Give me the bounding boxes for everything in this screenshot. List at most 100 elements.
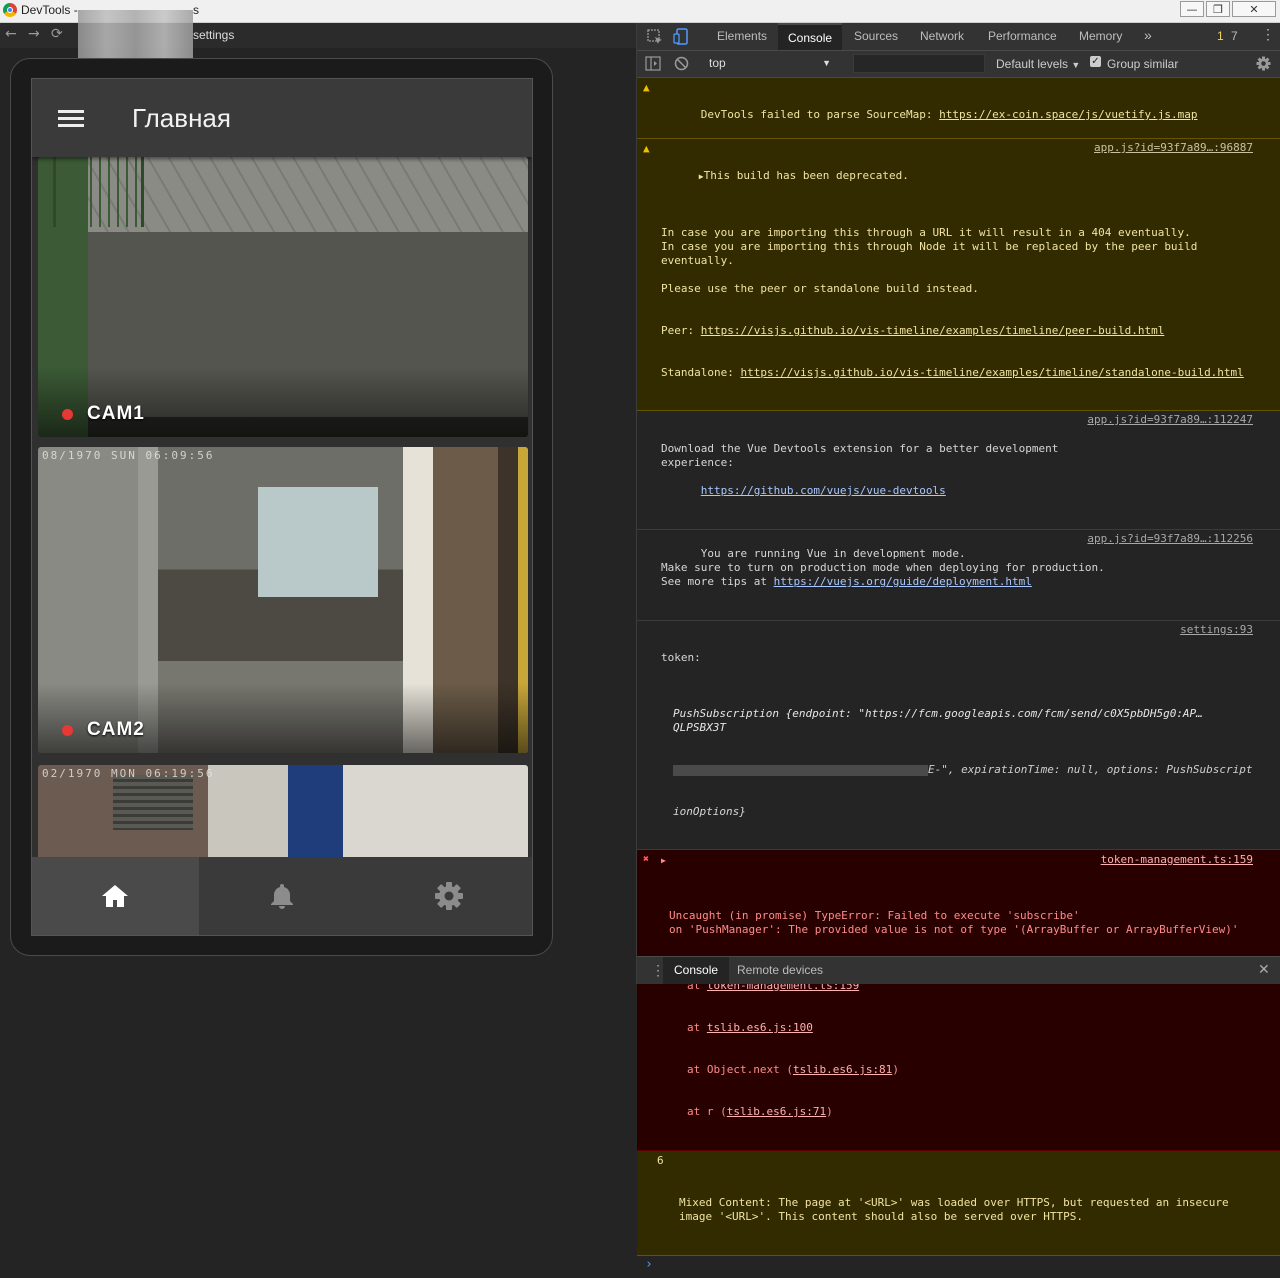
chrome-logo-icon xyxy=(3,3,17,17)
sourcemap-link[interactable]: https://ex-coin.space/js/vuetify.js.map xyxy=(939,108,1197,121)
redacted-area xyxy=(78,10,193,58)
context-selector[interactable]: top ▼ xyxy=(701,54,839,73)
camera-tile-2[interactable]: 08/1970 SUN 06:09:56 CAM2 xyxy=(38,447,528,753)
deployment-guide-link[interactable]: https://vuejs.org/guide/deployment.html xyxy=(774,575,1032,588)
maximize-button[interactable]: ❐ xyxy=(1206,1,1230,17)
recording-dot-icon xyxy=(62,724,73,736)
log-levels-label: Default levels xyxy=(996,57,1069,71)
back-icon[interactable]: ← xyxy=(5,26,17,42)
message-count-badge[interactable]: 7 xyxy=(1231,29,1238,43)
source-link[interactable]: token-management.ts:159 xyxy=(1100,853,1253,867)
nav-settings-button[interactable] xyxy=(365,857,532,935)
subscription-text: PushSubscription {endpoint: "https://fcm… xyxy=(673,707,1203,734)
reload-icon[interactable]: ⟳ xyxy=(51,26,63,42)
devtools-menu-icon[interactable]: ⋮ xyxy=(1261,26,1275,43)
camera-name: CAM1 xyxy=(87,403,145,424)
tab-memory[interactable]: Memory xyxy=(1079,29,1122,43)
device-toolbar-icon[interactable] xyxy=(673,28,689,45)
dropdown-arrow-icon: ▼ xyxy=(822,58,831,68)
bottom-navigation xyxy=(32,857,532,935)
sidebar-toggle-icon[interactable] xyxy=(645,56,661,71)
push-subscription-object[interactable]: PushSubscription {endpoint: "https://fcm… xyxy=(661,707,1253,735)
console-messages: ▲ DevTools failed to parse SourceMap: ht… xyxy=(637,78,1280,1278)
stack-link[interactable]: tslib.es6.js:71 xyxy=(727,1105,826,1118)
stack-frame: at r (tslib.es6.js:71) xyxy=(687,1105,833,1118)
source-link[interactable]: app.js?id=93f7a89…:112256 xyxy=(1087,532,1253,546)
message-text: Uncaught (in promise) TypeError: Failed … xyxy=(669,909,1239,936)
close-drawer-icon[interactable]: ✕ xyxy=(1258,961,1270,978)
camera-image xyxy=(258,487,378,597)
error-icon: ✖ xyxy=(643,854,650,865)
camera-name: CAM2 xyxy=(87,719,145,740)
source-link[interactable]: settings:93 xyxy=(1180,623,1253,637)
camera-image xyxy=(53,157,144,227)
stack-link[interactable]: tslib.es6.js:81 xyxy=(793,1063,892,1076)
drawer-tab-console[interactable]: Console xyxy=(663,957,730,984)
tab-console[interactable]: Console xyxy=(778,23,843,50)
page-title: Главная xyxy=(132,103,231,133)
repeat-count-badge: 6 xyxy=(657,1154,664,1167)
nav-home-button[interactable] xyxy=(32,857,199,935)
camera-tile-1[interactable]: CAM1 xyxy=(38,157,528,437)
dropdown-arrow-icon: ▼ xyxy=(1071,60,1081,70)
prompt-chevron-icon: › xyxy=(645,1257,653,1272)
camera-image xyxy=(113,775,193,830)
drawer-tab-remote-devices[interactable]: Remote devices xyxy=(737,963,823,977)
tab-network[interactable]: Network xyxy=(920,29,964,43)
app-bar: Главная xyxy=(32,79,532,157)
peer-build-link[interactable]: https://visjs.github.io/vis-timeline/exa… xyxy=(701,324,1165,337)
warning-icon: ▲ xyxy=(643,142,650,155)
console-prompt[interactable]: › xyxy=(637,1256,1280,1278)
stack-frame: at Object.next (tslib.es6.js:81) xyxy=(687,1063,899,1076)
close-window-button[interactable]: ✕ xyxy=(1232,1,1276,17)
message-body: In case you are importing this through a… xyxy=(661,226,1198,295)
stack-frame: at tslib.es6.js:100 xyxy=(687,1021,813,1034)
console-warning: 6 Mixed Content: The page at '<URL>' was… xyxy=(637,1151,1280,1256)
nav-notifications-button[interactable] xyxy=(199,857,366,935)
message-text: Download the Vue Devtools extension for … xyxy=(661,442,1059,469)
console-warning: ▲ DevTools failed to parse SourceMap: ht… xyxy=(637,78,1280,139)
stack-link[interactable]: tslib.es6.js:100 xyxy=(707,1021,813,1034)
standalone-build-link[interactable]: https://visjs.github.io/vis-timeline/exa… xyxy=(740,366,1243,379)
group-similar-label: Group similar xyxy=(1107,57,1179,71)
clear-console-icon[interactable] xyxy=(674,56,689,71)
log-levels-dropdown[interactable]: Default levels ▼ xyxy=(996,57,1080,71)
expand-arrow-icon[interactable]: ▶ xyxy=(661,854,666,868)
warning-count-badge[interactable]: 1 xyxy=(1217,29,1224,43)
forward-icon[interactable]: → xyxy=(28,26,40,42)
console-settings-icon[interactable] xyxy=(1256,56,1271,71)
redacted-area xyxy=(673,764,928,776)
subscription-text: ionOptions} xyxy=(673,805,746,818)
recording-dot-icon xyxy=(62,408,73,420)
vue-devtools-link[interactable]: https://github.com/vuejs/vue-devtools xyxy=(701,484,946,497)
devtools-panel: Elements Console Sources Network Perform… xyxy=(636,23,1280,1272)
message-text: DevTools failed to parse SourceMap: xyxy=(700,108,940,121)
address-bar[interactable]: settings xyxy=(193,28,234,42)
console-error: ✖ ▶ Uncaught (in promise) TypeError: Fai… xyxy=(637,850,1280,1151)
console-log: token: settings:93 PushSubscription {end… xyxy=(637,621,1280,850)
minimize-button[interactable]: — xyxy=(1180,1,1204,17)
devtools-drawer: ⋮ Console Remote devices ✕ xyxy=(637,956,1280,984)
window-title: DevTools - xyxy=(21,3,78,17)
push-subscription-object-cont: E-", expirationTime: null, options: Push… xyxy=(661,763,1253,777)
menu-icon[interactable] xyxy=(58,110,84,128)
camera-tile-3[interactable]: 02/1970 MON 06:19:56 xyxy=(38,765,528,865)
subscription-text: E-", expirationTime: null, options: Push… xyxy=(928,763,1253,776)
inspect-element-icon[interactable] xyxy=(647,29,663,45)
message-text: This build has been deprecated. xyxy=(703,169,909,182)
tab-elements[interactable]: Elements xyxy=(717,29,767,43)
console-log: You are running Vue in development mode.… xyxy=(637,530,1280,621)
camera-timestamp: 02/1970 MON 06:19:56 xyxy=(42,767,215,780)
standalone-label: Standalone: xyxy=(661,366,741,379)
source-link[interactable]: app.js?id=93f7a89…:112247 xyxy=(1087,413,1253,427)
more-tabs-button[interactable]: » xyxy=(1144,27,1152,43)
message-text: token: xyxy=(661,651,701,664)
console-warning: ▲ ▶This build has been deprecated. app.j… xyxy=(637,139,1280,411)
tab-performance[interactable]: Performance xyxy=(988,29,1057,43)
filter-input[interactable] xyxy=(853,54,985,73)
tab-sources[interactable]: Sources xyxy=(854,29,898,43)
source-link[interactable]: app.js?id=93f7a89…:96887 xyxy=(1094,141,1253,155)
app-viewport: Главная CAM1 08/1970 SUN 06:09:56 CAM2 0… xyxy=(31,78,533,936)
group-similar-checkbox[interactable]: ✓ xyxy=(1090,56,1101,67)
devtools-tab-bar: Elements Console Sources Network Perform… xyxy=(637,23,1280,51)
